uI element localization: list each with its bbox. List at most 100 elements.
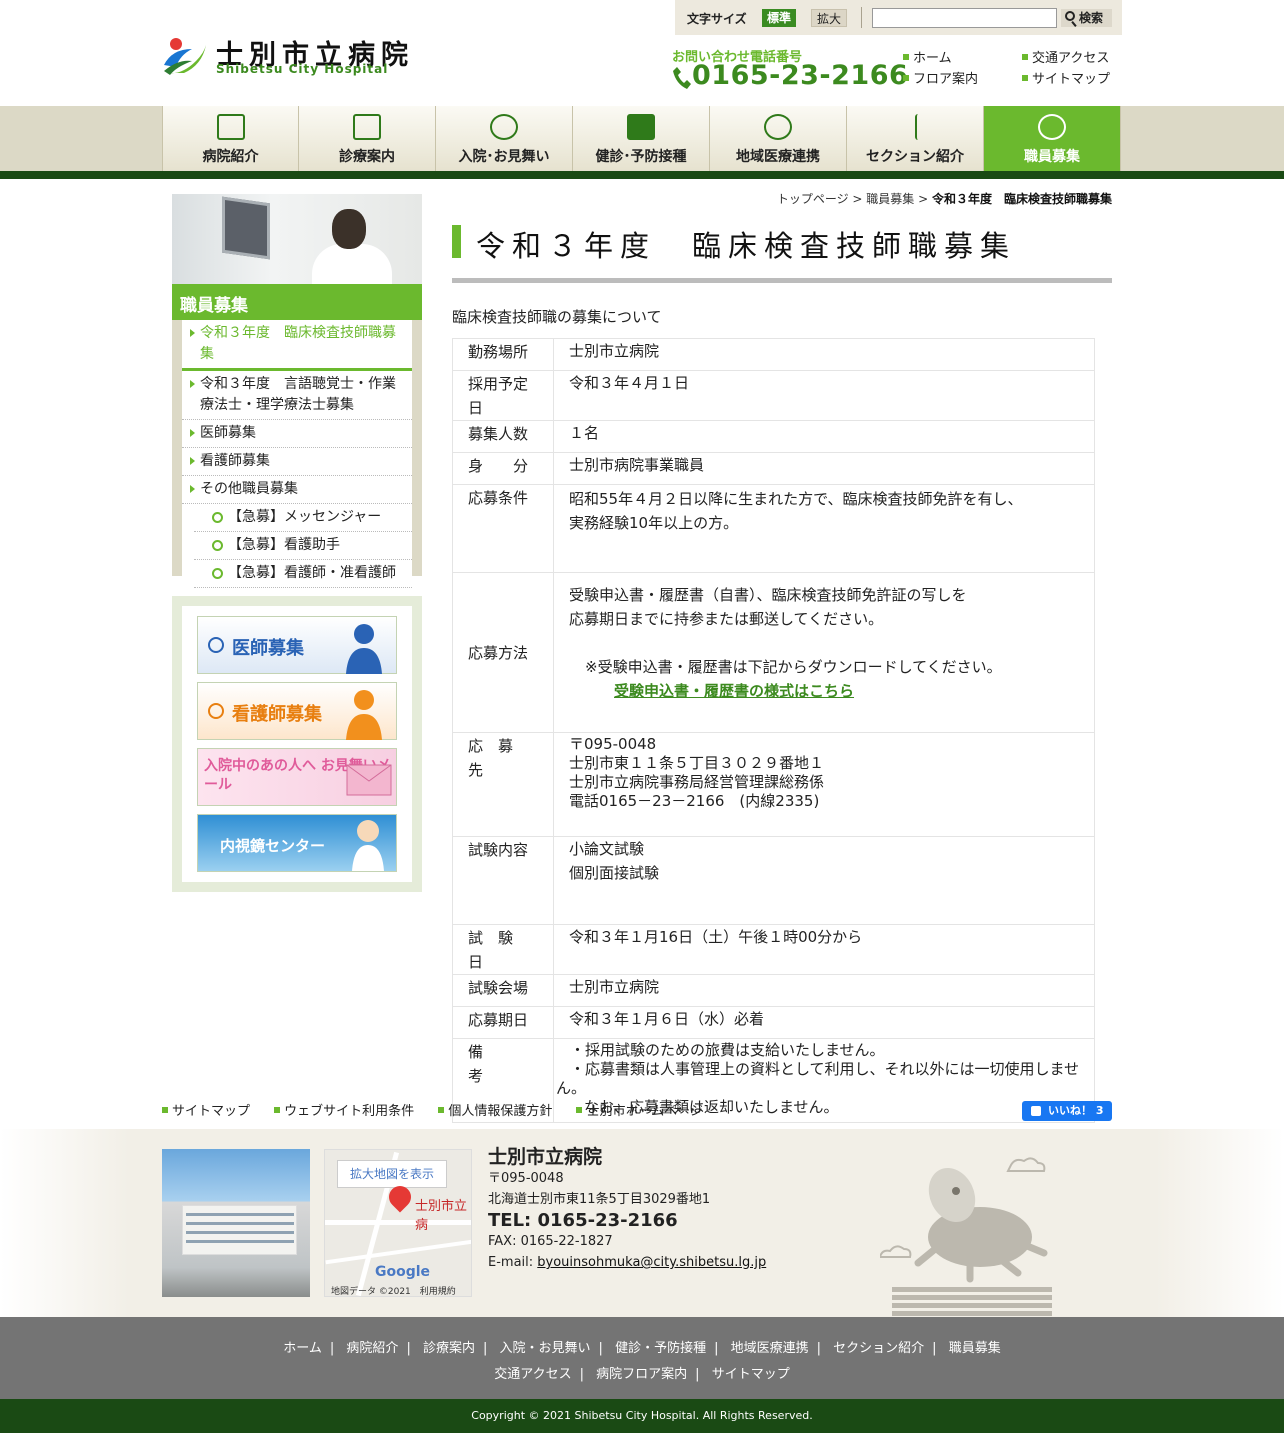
footer-zip: 〒095-0048 [488, 1171, 564, 1186]
google-logo: Google [375, 1264, 431, 1280]
footer-nav-row: 交通アクセス | 病院フロア案内 | サイトマップ [0, 1363, 1284, 1382]
copyright: Copyright © 2021 Shibetsu City Hospital.… [0, 1399, 1284, 1433]
header-link-sitemap[interactable]: サイトマップ [1022, 68, 1110, 87]
row-key: 試験内容 [452, 836, 554, 925]
banner-visit-mail[interactable]: 入院中のあの人へ お見舞いメール [197, 748, 397, 806]
table-row: 試 験 日令和３年１月16日（土）午後１時00分から [452, 924, 1095, 975]
site-logo[interactable]: 士別市立病院 Shibetsu City Hospital [162, 33, 432, 78]
banner-doctor-recruit[interactable]: 医師募集 [197, 616, 397, 674]
nav-recruitment[interactable]: 職員募集 [984, 106, 1121, 171]
mail-envelope-icon [346, 764, 392, 796]
facebook-like-button[interactable]: いいね！ 3 [1022, 1101, 1112, 1121]
like-label: いいね！ 3 [1048, 1104, 1104, 1117]
footer-email-link[interactable]: byouinsohmuka@city.shibetsu.lg.jp [537, 1255, 766, 1270]
sprout-icon [915, 114, 929, 140]
footer-nav-admission[interactable]: 入院・お見舞い [500, 1341, 591, 1356]
nav-checkup[interactable]: 健診･予防接種 [573, 106, 710, 171]
separator: | [406, 1341, 411, 1356]
banner-nurse-recruit[interactable]: 看護師募集 [197, 682, 397, 740]
row-value: 士別市立病院 [553, 338, 1095, 371]
sidebar-item-nurse-aide[interactable]: 【急募】看護助手 [194, 532, 412, 560]
row-key: 応募期日 [452, 1006, 554, 1039]
nav-hospital-intro[interactable]: 病院紹介 [162, 106, 299, 171]
font-standard-button[interactable]: 標準 [762, 9, 797, 27]
value-line: ※受験申込書・履歴書は下記からダウンロードしてください。 [585, 658, 1002, 676]
table-row: 応 募 先〒095-0048 士別市東１１条５丁目３０２９番地１ 士別市立病院事務局… [452, 732, 1095, 837]
nav-label: 診療案内 [339, 149, 395, 165]
staff-icon [1038, 114, 1066, 140]
breadcrumb-parent[interactable]: 職員募集 [866, 192, 914, 206]
doctor-head-image [332, 209, 366, 249]
flower-basket-icon [490, 114, 518, 140]
row-value: 〒095-0048 士別市東１１条５丁目３０２９番地１ 士別市立病院事務局経営管理課… [553, 732, 1095, 837]
footer-nav-recruit[interactable]: 職員募集 [949, 1341, 1001, 1356]
separator: | [482, 1341, 488, 1356]
nav-sections[interactable]: セクション紹介 [847, 106, 984, 171]
footer-fax: FAX: 0165-22-1827 [488, 1234, 613, 1249]
search-button[interactable]: 検索 [1061, 9, 1112, 27]
sidebar-item-other[interactable]: その他職員募集 [182, 476, 412, 504]
footer-nav-floor[interactable]: 病院フロア案内 [596, 1367, 687, 1382]
value-line: 士別市立病院事務局経営管理課総務係 [569, 773, 825, 791]
footer-nav-intro[interactable]: 病院紹介 [346, 1341, 398, 1356]
footer-link-sitemap[interactable]: サイトマップ [162, 1104, 250, 1119]
row-key: 採用予定日 [452, 370, 554, 421]
sidebar-item-nurses[interactable]: 看護師募集 [182, 448, 412, 476]
breadcrumb-top[interactable]: トップページ [777, 192, 849, 206]
page-title: 令和３年度 臨床検査技師職募集 [476, 229, 1017, 263]
sidebar-item-nurse-urgent[interactable]: 【急募】看護師・准看護師 [194, 560, 412, 588]
google-map[interactable]: 拡大地図を表示 士別市立病 Google 地図データ ©2021 利用規約 [324, 1149, 472, 1297]
footer-email-line: E-mail: byouinsohmuka@city.shibetsu.lg.j… [488, 1252, 766, 1273]
map-credit[interactable]: 地図データ ©2021 利用規約 [331, 1284, 456, 1296]
footer-nav-home[interactable]: ホーム [283, 1341, 322, 1356]
row-key: 身 分 [452, 452, 554, 485]
header-link-access[interactable]: 交通アクセス [1022, 47, 1109, 66]
footer-nav-medical[interactable]: 診療案内 [423, 1341, 475, 1356]
footer-nav-regional[interactable]: 地域医療連携 [731, 1341, 809, 1356]
banner-area: 医師募集 看護師募集 入院中のあの人へ お見舞いメール 内視鏡センター [172, 596, 422, 892]
footer-links: サイトマップ ウェブサイト利用条件 個人情報保護方針 士別市ホームページ [162, 1100, 723, 1119]
nav-label: 入院･お見舞い [458, 149, 550, 165]
banner-label: 医師募集 [232, 638, 304, 659]
footer-link-terms[interactable]: ウェブサイト利用条件 [274, 1104, 414, 1119]
nav-regional-cooperation[interactable]: 地域医療連携 [710, 106, 847, 171]
separator: | [579, 1367, 585, 1382]
map-enlarge-button[interactable]: 拡大地図を表示 [337, 1160, 447, 1188]
doctor-image [312, 244, 392, 284]
row-key: 応募方法 [452, 572, 554, 733]
arrow-right-icon [208, 703, 224, 719]
nav-medical-guide[interactable]: 診療案内 [299, 106, 436, 171]
row-value: 士別市病院事業職員 [553, 452, 1095, 485]
sidebar-item-doctors[interactable]: 医師募集 [182, 420, 412, 448]
footer-info: 拡大地図を表示 士別市立病 Google 地図データ ©2021 利用規約 士別… [0, 1129, 1284, 1317]
breadcrumb-separator: > [914, 192, 932, 206]
footer-nav-sitemap[interactable]: サイトマップ [712, 1367, 790, 1382]
logo-english: Shibetsu City Hospital [216, 62, 389, 76]
download-form-link[interactable]: 受験申込書・履歴書の様式はこちら [614, 682, 854, 700]
value-line: 士別市東１１条５丁目３０２９番地１ [569, 754, 825, 772]
email-label: E-mail: [488, 1255, 538, 1270]
sidebar-item-therapists[interactable]: 令和３年度 言語聴覚士・作業療法士・理学療法士募集 [182, 371, 412, 420]
footer-hospital-name: 士別市立病院 [488, 1146, 603, 1168]
footer-tel: TEL: 0165-23-2166 [488, 1210, 678, 1231]
search-input[interactable] [872, 8, 1057, 28]
footer-nav-access[interactable]: 交通アクセス [494, 1367, 571, 1382]
map-road [325, 1239, 471, 1265]
footer-link-privacy[interactable]: 個人情報保護方針 [438, 1104, 552, 1119]
intro-text: 臨床検査技師職の募集について [452, 308, 662, 326]
footer-link-city[interactable]: 士別市ホームページ [576, 1104, 702, 1119]
footer-nav-checkup[interactable]: 健診・予防接種 [615, 1341, 706, 1356]
font-large-button[interactable]: 拡大 [811, 9, 848, 27]
value-line: ・応募書類は人事管理上の資料として利用し、それ以外には一切使用しません。 [556, 1060, 1080, 1097]
header-link-home[interactable]: ホーム [903, 47, 952, 66]
sidebar-item-messenger[interactable]: 【急募】メッセンジャー [194, 504, 412, 532]
nav-admission[interactable]: 入院･お見舞い [436, 106, 573, 171]
value-line: 個別面接試験 [569, 864, 660, 882]
sidebar-item-lab-tech[interactable]: 令和３年度 臨床検査技師職募集 [182, 320, 412, 371]
row-key: 試 験 日 [452, 924, 554, 975]
banner-endoscopy-center[interactable]: 内視鏡センター [197, 814, 397, 872]
footer-nav-sections[interactable]: セクション紹介 [833, 1341, 924, 1356]
table-row: 採用予定日 令和３年４月１日 [452, 370, 1095, 421]
separator: | [695, 1367, 700, 1382]
header-link-floor[interactable]: フロア案内 [903, 68, 978, 87]
